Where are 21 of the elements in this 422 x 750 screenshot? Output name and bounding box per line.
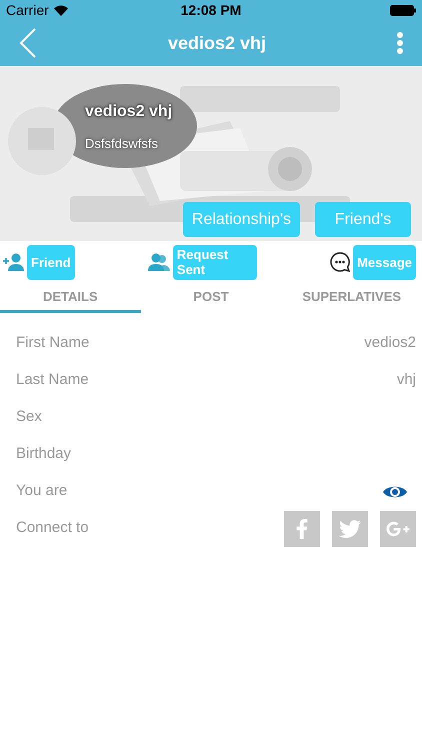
- clock: 12:08 PM: [180, 0, 242, 20]
- tab[interactable]: DETAILS: [0, 283, 141, 313]
- detail-label: Birthday: [16, 444, 72, 464]
- nav-title: vedios2 vhj: [168, 32, 266, 55]
- tab[interactable]: POST: [140, 283, 282, 313]
- detail-label: Last Name: [16, 370, 89, 390]
- action-button[interactable]: Friend: [27, 244, 75, 280]
- detail-label: First Name: [16, 333, 90, 354]
- detail-value: vedios2: [364, 333, 416, 354]
- profile-subtitle: Dsfsfdswfsfs: [85, 135, 159, 153]
- action-button[interactable]: Message: [353, 244, 416, 280]
- profile-name: vedios2 vhj: [85, 102, 172, 122]
- carrier-label: Carrier: [6, 0, 49, 20]
- detail-label: Connect to: [16, 518, 89, 538]
- profile-button[interactable]: Relationship's: [182, 202, 300, 237]
- profile-button[interactable]: Friend's: [315, 202, 411, 237]
- detail-label: You are: [16, 481, 68, 502]
- detail-value: vhj: [396, 370, 416, 390]
- tab[interactable]: SUPERLATIVES: [281, 283, 422, 313]
- action-button[interactable]: Request Sent: [172, 244, 257, 280]
- detail-label: Sex: [16, 407, 42, 428]
